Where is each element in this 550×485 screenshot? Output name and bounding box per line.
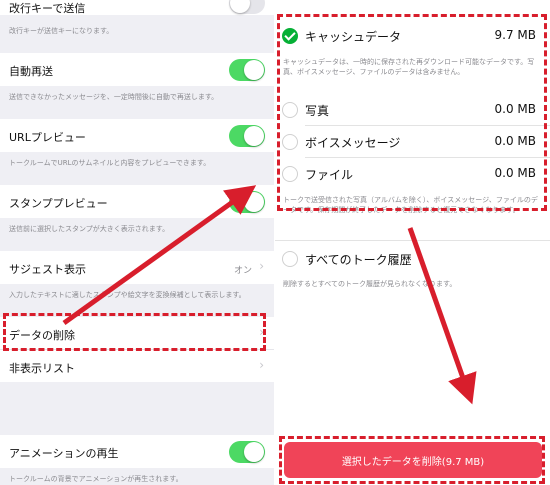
chevron-right-icon: › <box>259 358 264 372</box>
setting-label: 非表示リスト <box>9 362 75 375</box>
auto-resend-toggle[interactable] <box>229 59 265 81</box>
setting-description: 入力したテキストに適したスタンプや絵文字を変換候補として表示します。 <box>9 291 246 299</box>
setting-row-url-preview[interactable]: URLプレビュー <box>0 119 274 152</box>
suggest-value: オン <box>233 266 252 276</box>
highlight-delete-button <box>279 436 545 484</box>
send-on-return-toggle[interactable] <box>229 0 265 14</box>
setting-row-auto-resend[interactable]: 自動再送 <box>0 53 274 86</box>
setting-description: 改行キーが送信キーになります。 <box>9 27 114 35</box>
all-history-description: 削除するとすべてのトーク履歴が見られなくなります。 <box>283 280 457 288</box>
setting-label: スタンププレビュー <box>9 197 108 210</box>
highlight-data-selection <box>277 14 547 211</box>
highlight-delete-data-row <box>3 313 266 351</box>
setting-label: アニメーションの再生 <box>9 447 119 460</box>
sticker-preview-toggle[interactable] <box>229 191 265 213</box>
animation-toggle[interactable] <box>229 441 265 463</box>
divider <box>275 240 550 241</box>
setting-row-hidden-list[interactable]: 非表示リスト › <box>0 349 274 382</box>
chevron-right-icon: › <box>259 259 264 273</box>
setting-description: トークルームでURLのサムネイルと内容をプレビューできます。 <box>9 159 211 167</box>
url-preview-toggle[interactable] <box>229 125 265 147</box>
setting-row-sticker-preview[interactable]: スタンププレビュー <box>0 185 274 218</box>
setting-label: URLプレビュー <box>9 131 86 144</box>
settings-panel: 改行キーで送信 改行キーが送信キーになります。 自動再送 送信できなかったメッセ… <box>0 0 274 485</box>
all-history-check-icon[interactable] <box>282 251 298 267</box>
setting-description: トークルームの背景でアニメーションが再生されます。 <box>9 475 183 483</box>
setting-label: 改行キーで送信 <box>9 2 86 15</box>
setting-label: サジェスト表示 <box>9 263 86 276</box>
setting-description: 送信前に選択したスタンプが大きく表示されます。 <box>9 225 170 233</box>
setting-description: 送信できなかったメッセージを、一定時間後に自動で再送します。 <box>9 93 219 101</box>
setting-row-send-on-return[interactable]: 改行キーで送信 <box>0 0 274 15</box>
setting-label: 自動再送 <box>9 65 53 78</box>
setting-row-suggest[interactable]: サジェスト表示 オン › <box>0 251 274 284</box>
all-history-label: すべてのトーク履歴 <box>305 253 412 267</box>
setting-row-animation[interactable]: アニメーションの再生 <box>0 435 274 468</box>
